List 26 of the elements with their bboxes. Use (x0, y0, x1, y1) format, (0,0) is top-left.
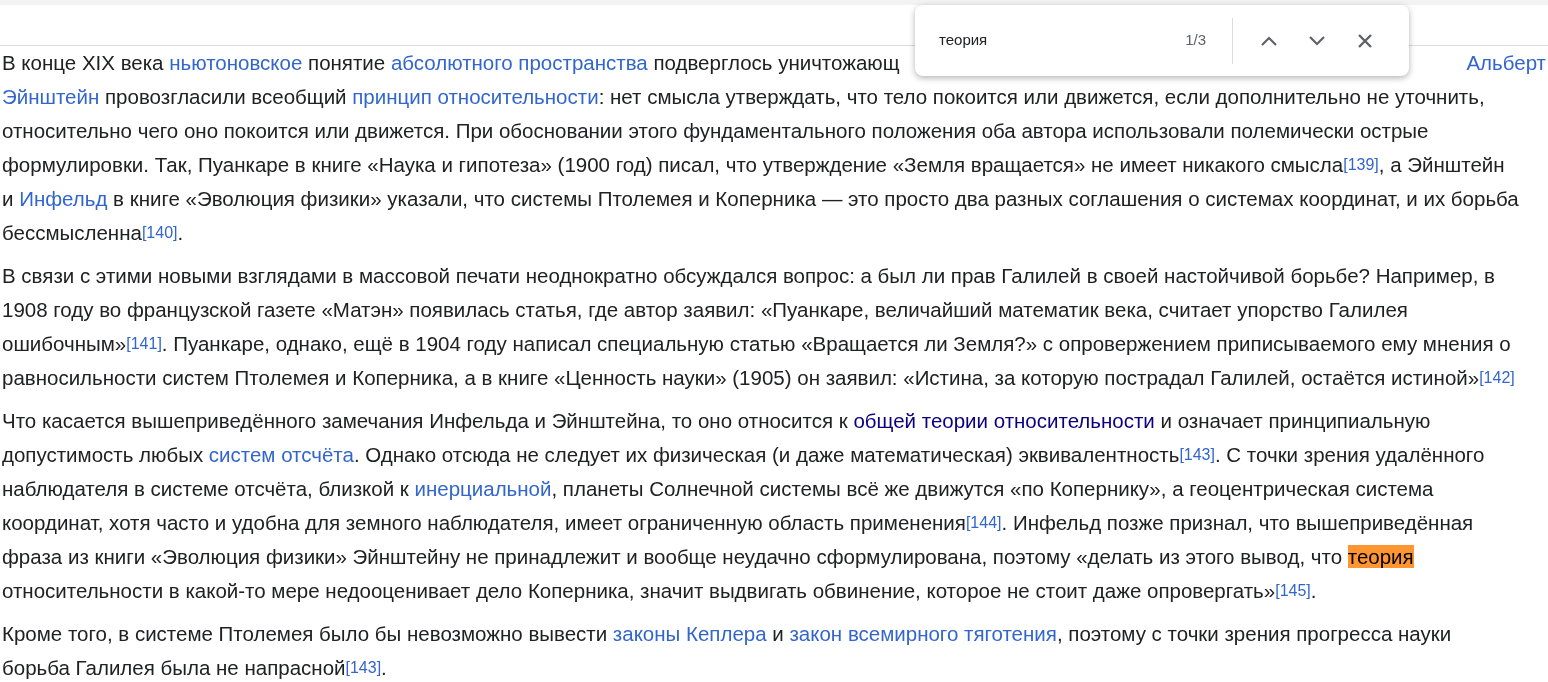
citation-link[interactable]: [141] (126, 335, 162, 352)
article-link[interactable]: Инфельд (19, 187, 108, 210)
article-link[interactable]: систем отсчёта (208, 443, 354, 466)
close-icon (1357, 32, 1373, 49)
citation-link[interactable]: [145] (1275, 582, 1311, 599)
article-link[interactable]: абсолютного пространства (390, 51, 648, 74)
article-link[interactable]: Эйнштейн (2, 85, 100, 108)
citation-link[interactable]: [142] (1479, 369, 1515, 386)
article-link[interactable]: инерциальной (414, 477, 552, 500)
citation-link[interactable]: [139] (1343, 156, 1379, 173)
citation-link[interactable]: [144] (965, 514, 1002, 531)
match-count: 1/3 (1185, 30, 1206, 51)
citation-link[interactable]: [140] (141, 224, 178, 241)
find-input[interactable]: теория (939, 29, 1186, 52)
paragraph-text: В конце XIX века ньютоновское понятие абсолютного пространства подверглось уничтожающ (2, 50, 900, 76)
citation-link[interactable]: [143] (345, 659, 382, 676)
chevron-down-icon (1308, 34, 1326, 47)
article-link[interactable]: ньютоновское (169, 51, 303, 74)
article-link[interactable]: законы Кеплера (612, 622, 767, 645)
citation-link[interactable]: [143] (1179, 446, 1215, 463)
chevron-up-icon (1260, 34, 1278, 47)
article-link[interactable]: принцип относительности (352, 85, 599, 108)
article-link[interactable]: закон всемирного тяготения (789, 622, 1057, 645)
article-link[interactable]: Альберт (1466, 46, 1546, 80)
article-link[interactable]: общей теории относительности (853, 409, 1155, 432)
search-match-highlight: теория (1347, 545, 1414, 568)
